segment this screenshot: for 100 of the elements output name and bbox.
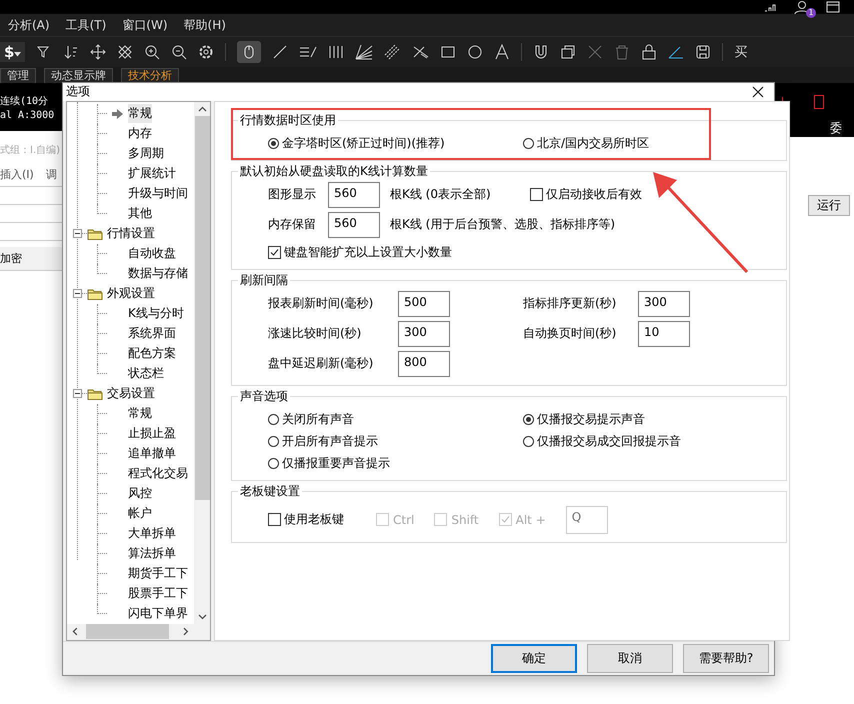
- option-label: 关闭所有声音: [282, 410, 354, 428]
- horizontal-scrollbar[interactable]: [67, 624, 210, 640]
- zoom-out-icon[interactable]: [171, 44, 188, 60]
- currency-dropdown[interactable]: $: [0, 42, 26, 62]
- menu-item[interactable]: 分析(A): [8, 16, 50, 34]
- tree-item[interactable]: 股票手工下: [128, 584, 188, 604]
- tree-item[interactable]: 算法拆单: [128, 544, 176, 564]
- fan-lines-icon[interactable]: [355, 44, 374, 60]
- buy-button[interactable]: 买: [734, 43, 748, 61]
- scroll-up-icon[interactable]: [198, 106, 206, 112]
- percent-lines-icon[interactable]: [299, 44, 318, 60]
- collapse-icon[interactable]: [73, 229, 82, 238]
- tree-item[interactable]: 自动收盘: [128, 244, 176, 264]
- menu-item[interactable]: 调: [46, 167, 57, 182]
- input-field[interactable]: 500: [398, 290, 450, 317]
- app-tab[interactable]: 技术分析: [121, 68, 179, 83]
- tree-item[interactable]: 风控: [128, 484, 152, 504]
- settings-icon[interactable]: [198, 44, 214, 60]
- scroll-left-icon[interactable]: [72, 627, 78, 636]
- checkbox[interactable]: [268, 246, 281, 259]
- tree-item[interactable]: 系统界面: [128, 324, 176, 344]
- scroll-right-icon[interactable]: [182, 627, 189, 636]
- mouse-icon[interactable]: [237, 41, 262, 63]
- tree-item[interactable]: 程式化交易: [128, 464, 188, 484]
- dialog-button[interactable]: 取消: [587, 644, 673, 673]
- circle-icon[interactable]: [467, 44, 484, 60]
- tree-item[interactable]: 行情设置: [107, 225, 155, 242]
- scroll-down-icon[interactable]: [198, 614, 206, 620]
- vertical-scrollbar[interactable]: [194, 102, 210, 624]
- group-title: 默认初始从硬盘读取的K线计算数量: [239, 162, 429, 180]
- option-label: 键盘智能扩充以上设置大小数量: [284, 244, 452, 261]
- tree-item[interactable]: 状态栏: [128, 364, 164, 384]
- move-icon[interactable]: [90, 44, 106, 60]
- tree-item[interactable]: 闪电下单界: [128, 604, 188, 624]
- text-tool-icon[interactable]: [494, 44, 510, 60]
- tree-item[interactable]: 内存: [128, 124, 152, 144]
- magnet-icon[interactable]: [533, 44, 550, 60]
- option-label: Ctrl: [393, 512, 414, 527]
- marker-icon: [814, 95, 824, 109]
- tree-item[interactable]: 常规: [128, 404, 152, 424]
- menu-item[interactable]: 帮助(H): [184, 16, 226, 34]
- radio-button[interactable]: [268, 138, 279, 149]
- radio-button[interactable]: [523, 436, 534, 447]
- sort-icon[interactable]: [63, 44, 80, 60]
- tree-item[interactable]: 升级与时间: [128, 184, 188, 204]
- tree-item[interactable]: 其他: [128, 204, 152, 224]
- cross-lines-icon[interactable]: [413, 44, 430, 60]
- radio-button[interactable]: [523, 138, 534, 149]
- input-field[interactable]: 560: [328, 212, 380, 238]
- angle-icon[interactable]: [668, 44, 684, 60]
- rectangle-icon[interactable]: [440, 44, 456, 60]
- menu-item[interactable]: 插入(I): [0, 167, 34, 182]
- tree-item[interactable]: 期货手工下: [128, 564, 188, 584]
- tree-item[interactable]: 止损止盈: [128, 424, 176, 444]
- input-field[interactable]: 560: [328, 182, 380, 208]
- checkbox[interactable]: [530, 188, 543, 202]
- run-button[interactable]: 运行: [808, 195, 850, 216]
- close-icon[interactable]: [752, 86, 764, 98]
- tree-item[interactable]: K线与分时: [128, 304, 184, 324]
- dialog-button[interactable]: 需要帮助?: [683, 644, 769, 673]
- radio-button[interactable]: [523, 414, 534, 425]
- lock-icon[interactable]: [641, 44, 658, 60]
- collapse-icon[interactable]: [73, 389, 82, 398]
- tree-item[interactable]: 外观设置: [107, 285, 155, 302]
- tree-item[interactable]: 扩展统计: [128, 164, 176, 184]
- folder-icon: [87, 287, 103, 300]
- tree-item[interactable]: 数据与存储: [128, 264, 188, 284]
- tree-item[interactable]: 常规: [128, 104, 152, 124]
- copy-icon[interactable]: [560, 44, 576, 60]
- menu-item[interactable]: 工具(T): [66, 16, 106, 34]
- line-icon[interactable]: [272, 44, 288, 60]
- trash-icon[interactable]: [614, 44, 630, 60]
- radio-button[interactable]: [268, 458, 279, 469]
- tree-item[interactable]: 大单拆单: [128, 524, 176, 544]
- input-field[interactable]: 800: [398, 350, 450, 377]
- checkbox[interactable]: [268, 513, 281, 526]
- zoom-in-icon[interactable]: [144, 44, 160, 60]
- menu-item[interactable]: 窗口(W): [122, 16, 168, 34]
- save-icon[interactable]: [695, 44, 712, 60]
- app-tab[interactable]: 管理: [0, 68, 36, 83]
- tree-item[interactable]: 追单撤单: [128, 444, 176, 464]
- option-label: 仅播报重要声音提示: [282, 454, 390, 472]
- tree-item[interactable]: 帐户: [128, 504, 152, 524]
- input-field[interactable]: 300: [398, 320, 450, 347]
- list-row[interactable]: 加密: [0, 247, 62, 271]
- dialog-button[interactable]: 确定: [491, 644, 577, 673]
- collapse-icon[interactable]: [73, 289, 82, 298]
- radio-button[interactable]: [268, 414, 279, 425]
- vertical-lines-icon[interactable]: [328, 44, 344, 60]
- input-field[interactable]: 10: [638, 320, 690, 347]
- input-field[interactable]: 300: [638, 290, 690, 317]
- option-label: 金字塔时区(矫正过时间)(推荐): [282, 134, 445, 152]
- window-icon[interactable]: [826, 1, 840, 13]
- tree-item[interactable]: 配色方案: [128, 344, 176, 364]
- tree-item[interactable]: 多周期: [128, 144, 164, 164]
- tree-item[interactable]: 交易设置: [107, 385, 155, 402]
- radio-button[interactable]: [268, 436, 279, 447]
- option-label: 仅播报交易提示声音: [537, 410, 645, 428]
- app-tab[interactable]: 动态显示牌: [44, 68, 113, 83]
- grid-icon[interactable]: [117, 44, 134, 60]
